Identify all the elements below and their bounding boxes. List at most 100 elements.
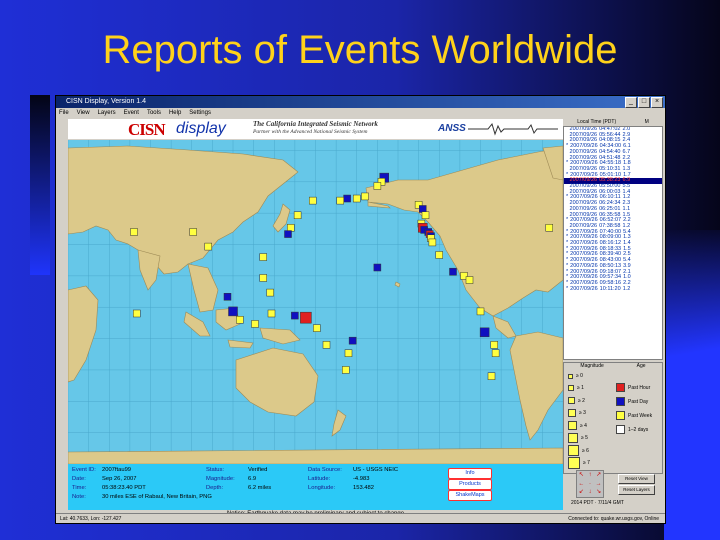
magnitude-square-icon bbox=[568, 397, 575, 404]
event-marker[interactable] bbox=[228, 306, 238, 317]
event-info-panel: Event ID: 2007ftau99 Date: Sep 26, 2007 … bbox=[68, 464, 563, 510]
event-marker[interactable] bbox=[223, 293, 232, 301]
event-marker[interactable] bbox=[291, 311, 299, 320]
event-sidebar: Local Time (PDT) M 2007/09/26 04:47:02 2.0… bbox=[563, 119, 663, 521]
legend-magnitude-label: ≥ 3 bbox=[579, 410, 586, 416]
event-marker[interactable] bbox=[449, 267, 457, 276]
source-value: US - USGS NEIC bbox=[353, 467, 399, 473]
event-marker[interactable] bbox=[267, 309, 276, 318]
window-titlebar[interactable]: CISN Display, Version 1.4 _ □ × bbox=[56, 96, 665, 108]
event-marker[interactable] bbox=[300, 311, 312, 324]
legend-magnitude-label: ≥ 1 bbox=[577, 385, 584, 391]
pan-ne-icon[interactable]: ↗ bbox=[594, 471, 603, 480]
event-marker[interactable] bbox=[545, 224, 553, 232]
event-marker[interactable] bbox=[133, 309, 141, 318]
pan-e-icon[interactable]: → bbox=[594, 480, 603, 489]
event-marker[interactable] bbox=[266, 288, 274, 297]
event-marker[interactable] bbox=[130, 228, 138, 236]
event-marker[interactable] bbox=[322, 341, 331, 349]
event-marker[interactable] bbox=[343, 194, 351, 203]
event-marker[interactable] bbox=[287, 224, 295, 232]
event-list-row[interactable]: * 2007/09/26 10:11:20 1.2 bbox=[564, 285, 662, 293]
event-marker[interactable] bbox=[204, 242, 212, 251]
event-marker[interactable] bbox=[259, 253, 267, 261]
event-list-header: Local Time (PDT) M bbox=[563, 119, 663, 126]
zoom-center-icon[interactable]: · bbox=[586, 480, 595, 489]
reset-view-button[interactable]: Reset View bbox=[618, 474, 655, 484]
close-button[interactable]: × bbox=[651, 97, 663, 108]
event-marker[interactable] bbox=[309, 196, 317, 205]
event-marker[interactable] bbox=[189, 228, 197, 236]
event-marker[interactable] bbox=[344, 349, 353, 357]
maximize-button[interactable]: □ bbox=[638, 97, 650, 108]
legend-magnitude-row: ≥ 0 bbox=[568, 373, 583, 379]
event-marker[interactable] bbox=[479, 327, 490, 338]
pan-sw-icon[interactable]: ↙ bbox=[577, 488, 586, 497]
event-marker[interactable] bbox=[284, 230, 292, 238]
event-marker[interactable] bbox=[353, 194, 361, 203]
event-marker[interactable] bbox=[251, 320, 259, 328]
decor-stripe-right bbox=[664, 230, 720, 540]
legend-magnitude-row: ≥ 3 bbox=[568, 409, 586, 417]
event-marker[interactable] bbox=[465, 276, 474, 284]
event-marker[interactable] bbox=[361, 192, 369, 201]
anss-logo: ANSS bbox=[438, 123, 466, 134]
legend-magnitude-label: ≥ 6 bbox=[582, 447, 589, 454]
event-marker[interactable] bbox=[313, 324, 321, 332]
legend-age-row: Past Day bbox=[616, 397, 648, 406]
pan-s-icon[interactable]: ↓ bbox=[586, 488, 595, 497]
event-marker[interactable] bbox=[428, 238, 437, 247]
legend-magnitude-row: ≥ 7 bbox=[568, 457, 590, 469]
magnitude-square-icon bbox=[568, 445, 579, 456]
date-label: Date: bbox=[72, 476, 86, 482]
status-value: Verified bbox=[248, 467, 268, 473]
seismogram-icon bbox=[468, 122, 558, 136]
legend-age-label: Past Hour bbox=[628, 384, 651, 391]
menu-event[interactable]: Event bbox=[124, 108, 139, 118]
magnitude-square-icon bbox=[568, 457, 580, 469]
menu-file[interactable]: File bbox=[59, 108, 69, 118]
cursor-coords: Lat: 40.7633, Lon: -127.427 bbox=[60, 516, 122, 522]
col-local-time[interactable]: Local Time (PDT) bbox=[577, 119, 616, 126]
menu-help[interactable]: Help bbox=[169, 108, 181, 118]
event-marker[interactable] bbox=[435, 251, 443, 259]
col-magnitude[interactable]: M bbox=[645, 119, 649, 126]
depth-label: Depth: bbox=[206, 485, 224, 491]
event-marker[interactable] bbox=[259, 274, 267, 282]
shakemaps-button[interactable]: ShakeMaps bbox=[448, 490, 492, 501]
minimize-button[interactable]: _ bbox=[625, 97, 637, 108]
event-marker[interactable] bbox=[487, 372, 496, 380]
legend-magnitude-label: ≥ 7 bbox=[583, 460, 590, 466]
world-map[interactable] bbox=[68, 140, 563, 464]
products-button[interactable]: Products bbox=[448, 479, 492, 490]
event-marker[interactable] bbox=[373, 182, 382, 190]
event-marker[interactable] bbox=[421, 211, 430, 220]
event-time: 10:11:20 bbox=[599, 285, 621, 292]
event-marker[interactable] bbox=[336, 196, 344, 205]
menu-tools[interactable]: Tools bbox=[147, 108, 161, 118]
event-list[interactable]: 2007/09/26 04:47:02 2.0 2007/09/26 05:56:44… bbox=[563, 126, 663, 360]
info-button[interactable]: Info bbox=[448, 468, 492, 479]
clock-readout: 2014 PDT · 7/11/4 GMT bbox=[571, 500, 624, 506]
pan-n-icon[interactable]: ↑ bbox=[586, 471, 595, 480]
menu-view[interactable]: View bbox=[77, 108, 90, 118]
event-marker[interactable] bbox=[373, 263, 382, 272]
pan-se-icon[interactable]: ↘ bbox=[594, 488, 603, 497]
event-marker[interactable] bbox=[342, 366, 350, 374]
latitude-value: -4.983 bbox=[353, 476, 370, 482]
event-marker[interactable] bbox=[348, 336, 357, 345]
slide-title: Reports of Events Worldwide bbox=[102, 28, 618, 72]
event-marker[interactable] bbox=[419, 205, 427, 213]
pan-w-icon[interactable]: ← bbox=[577, 480, 586, 489]
reset-layers-button[interactable]: Reset Layers bbox=[618, 485, 655, 495]
event-marker[interactable] bbox=[293, 211, 302, 220]
menu-settings[interactable]: Settings bbox=[189, 108, 211, 118]
event-marker[interactable] bbox=[236, 316, 244, 324]
magnitude-square-icon bbox=[568, 385, 574, 391]
menu-layers[interactable]: Layers bbox=[98, 108, 116, 118]
pan-nw-icon[interactable]: ↖ bbox=[577, 471, 586, 480]
event-marker[interactable] bbox=[476, 307, 485, 316]
event-marker[interactable] bbox=[491, 349, 500, 357]
event-marker[interactable] bbox=[490, 341, 498, 349]
zoom-pad[interactable]: ↖ ↑ ↗ ← · → ↙ ↓ ↘ bbox=[576, 470, 604, 498]
